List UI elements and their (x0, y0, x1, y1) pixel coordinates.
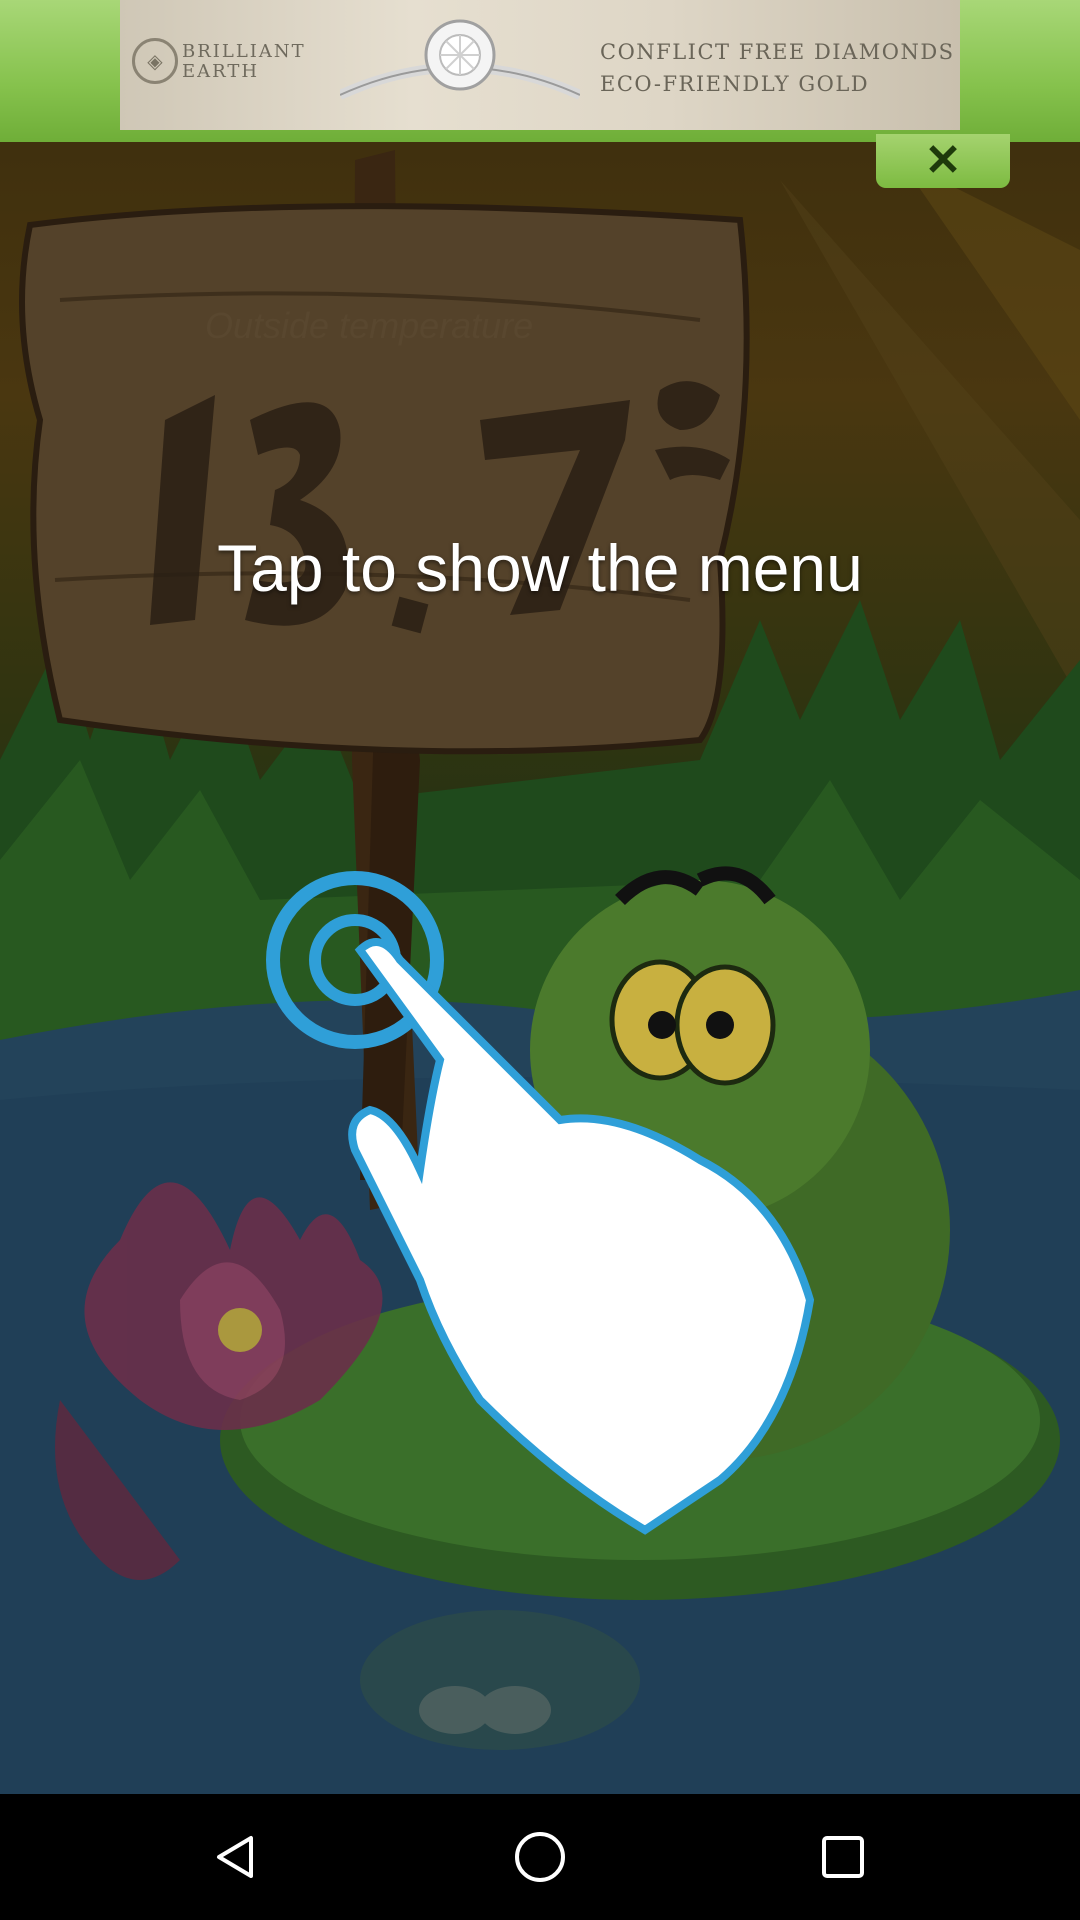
tap-prompt[interactable]: Tap to show the menu (0, 530, 1080, 606)
ad-brand: BRILLIANT EARTH (182, 41, 306, 82)
ad-tagline-line1: CONFLICT FREE DIAMONDS (600, 40, 955, 64)
nav-recents-button[interactable] (808, 1822, 878, 1892)
ad-banner[interactable]: ◈ BRILLIANT EARTH CONFLICT FREE DIAMONDS… (120, 0, 960, 130)
home-circle-icon (515, 1832, 565, 1882)
sign-caption: Outside temperature (205, 305, 534, 346)
ad-tagline-line2: ECO-FRIENDLY GOLD (600, 72, 870, 96)
nav-home-button[interactable] (505, 1822, 575, 1892)
ad-close-button[interactable]: ✕ (876, 134, 1010, 188)
system-nav-bar (0, 1794, 1080, 1920)
recents-square-icon (822, 1836, 864, 1878)
ad-tagline: CONFLICT FREE DIAMONDS ECO-FRIENDLY GOLD (600, 36, 955, 100)
game-scene[interactable]: Outside temperature Tap to show the menu (0, 0, 1080, 1794)
brand-logo-icon: ◈ (132, 38, 178, 84)
close-icon: ✕ (924, 136, 962, 185)
ad-banner-frame: ◈ BRILLIANT EARTH CONFLICT FREE DIAMONDS… (0, 0, 1080, 142)
scene-artwork (0, 150, 1080, 1794)
app-screen[interactable]: Outside temperature Tap to show the menu… (0, 0, 1080, 1920)
back-triangle-icon (217, 1836, 253, 1878)
nav-back-button[interactable] (201, 1822, 271, 1892)
ring-image (340, 19, 580, 100)
